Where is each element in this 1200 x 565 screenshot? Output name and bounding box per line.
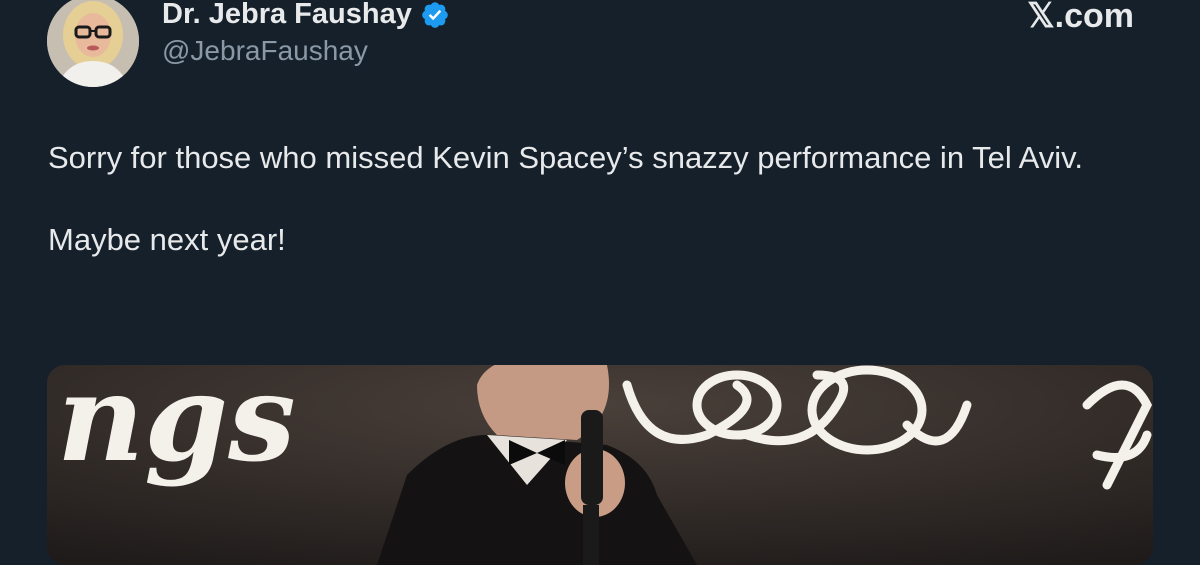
tweet-text-line: Sorry for those who missed Kevin Spacey’…	[48, 140, 1083, 175]
author-name-row: Dr. Jebra Faushay	[162, 0, 450, 31]
author-avatar[interactable]	[47, 0, 139, 87]
tweet-text-line: Maybe next year!	[48, 222, 286, 257]
author-handle[interactable]: @JebraFaushay	[162, 35, 368, 67]
backdrop-script-text: ngs	[57, 365, 296, 489]
x-site-logo: 𝕏.com	[1027, 0, 1134, 35]
verified-badge-icon	[420, 0, 450, 30]
tweet-body: Sorry for those who missed Kevin Spacey’…	[48, 137, 1158, 260]
tweet-video[interactable]: ngs	[47, 365, 1153, 565]
video-frame-image: ngs	[47, 365, 1153, 565]
author-display-name[interactable]: Dr. Jebra Faushay	[162, 0, 412, 31]
avatar-image	[47, 0, 139, 87]
